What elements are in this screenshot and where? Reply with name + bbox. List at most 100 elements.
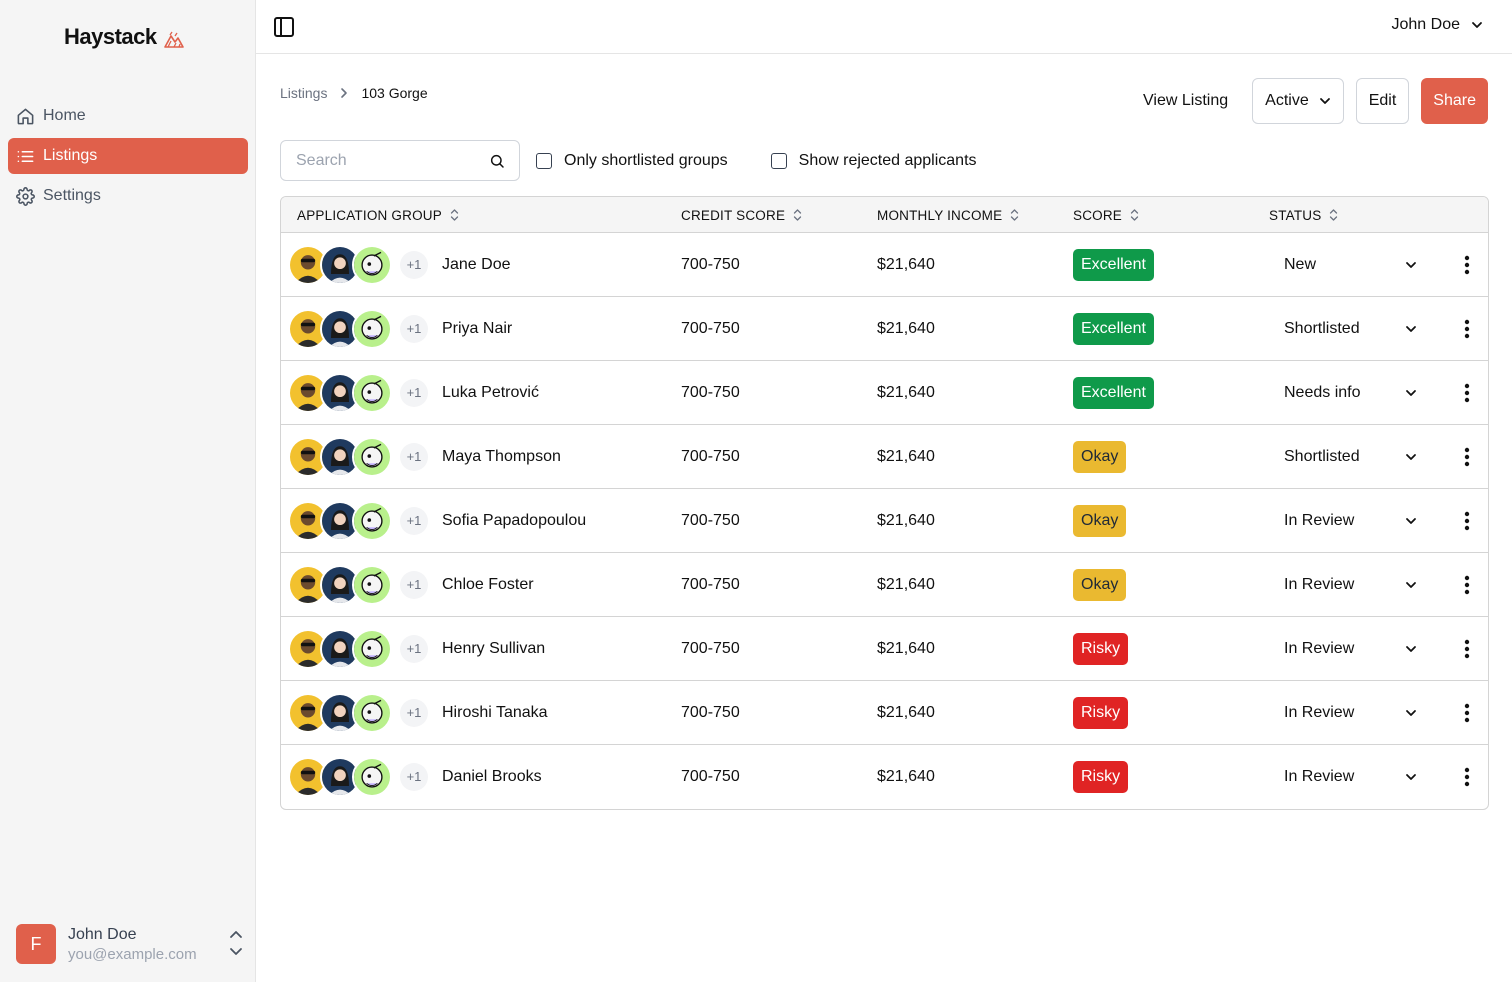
extra-count: +1 bbox=[400, 570, 428, 599]
credit-score: 700-750 bbox=[681, 447, 740, 465]
avatar-group[interactable]: +1 bbox=[288, 681, 428, 744]
list-icon bbox=[17, 150, 34, 162]
sidebar-item-listings[interactable]: Listings bbox=[8, 138, 248, 174]
table-row[interactable]: +1 Chloe Foster 700-750 $21,640 Okay In … bbox=[281, 553, 1488, 617]
row-actions-menu[interactable] bbox=[1459, 489, 1475, 552]
show-rejected-checkbox[interactable]: Show rejected applicants bbox=[770, 151, 977, 170]
status-dropdown[interactable] bbox=[1404, 361, 1420, 424]
row-actions-menu[interactable] bbox=[1459, 297, 1475, 360]
listing-actions: View Listing Active Edit Share bbox=[1131, 78, 1488, 124]
avatar-group[interactable]: +1 bbox=[288, 361, 428, 424]
applicant-photo-icon bbox=[354, 630, 390, 667]
status-dropdown[interactable] bbox=[1404, 617, 1420, 680]
applicant-photo-icon bbox=[354, 246, 390, 283]
extra-count: +1 bbox=[400, 378, 428, 407]
home-icon bbox=[17, 108, 34, 124]
listing-status-select[interactable]: Active bbox=[1252, 78, 1344, 124]
checkbox-box[interactable] bbox=[770, 152, 787, 169]
account-name: John Doe bbox=[1391, 16, 1461, 33]
avatar bbox=[352, 436, 392, 477]
checkbox-label: Show rejected applicants bbox=[798, 151, 977, 169]
row-actions-menu[interactable] bbox=[1459, 681, 1475, 744]
status-dropdown[interactable] bbox=[1404, 297, 1420, 360]
status-dropdown[interactable] bbox=[1404, 681, 1420, 744]
row-actions-menu[interactable] bbox=[1459, 617, 1475, 680]
row-actions-menu[interactable] bbox=[1459, 745, 1475, 808]
row-actions-menu[interactable] bbox=[1459, 553, 1475, 616]
column-monthly-income[interactable]: MONTHLY INCOME bbox=[877, 197, 1019, 233]
applicant-name: Maya Thompson bbox=[442, 447, 561, 465]
row-actions-menu[interactable] bbox=[1459, 233, 1475, 296]
avatar-group[interactable]: +1 bbox=[288, 297, 428, 360]
app-logo[interactable]: Haystack bbox=[64, 24, 185, 50]
sort-icon bbox=[1011, 209, 1019, 221]
applicant-name: Sofia Papadopoulou bbox=[442, 511, 587, 529]
chevron-down-icon bbox=[1472, 22, 1482, 28]
avatar-group[interactable]: +1 bbox=[288, 233, 428, 296]
column-status[interactable]: STATUS bbox=[1269, 197, 1338, 233]
view-listing-button[interactable]: View Listing bbox=[1131, 78, 1240, 124]
applicant-photo-icon bbox=[354, 374, 390, 411]
avatar-group[interactable]: +1 bbox=[288, 745, 428, 808]
user-menu[interactable]: F John Doe you@example.com bbox=[16, 922, 246, 966]
table-row[interactable]: +1 Luka Petrović 700-750 $21,640 Excelle… bbox=[281, 361, 1488, 425]
search-input[interactable] bbox=[281, 141, 471, 180]
status-value: In Review bbox=[1284, 639, 1355, 657]
status-dropdown[interactable] bbox=[1404, 553, 1420, 616]
table-row[interactable]: +1 Priya Nair 700-750 $21,640 Excellent … bbox=[281, 297, 1488, 361]
status-value: Needs info bbox=[1284, 383, 1361, 401]
chevron-down-icon bbox=[1406, 773, 1416, 780]
chevron-right-icon bbox=[341, 88, 348, 98]
row-actions-menu[interactable] bbox=[1459, 361, 1475, 424]
sort-icon bbox=[794, 209, 802, 221]
status-dropdown[interactable] bbox=[1404, 489, 1420, 552]
applicant-photo-icon bbox=[354, 310, 390, 347]
app-name: Haystack bbox=[64, 24, 157, 49]
table-row[interactable]: +1 Sofia Papadopoulou 700-750 $21,640 Ok… bbox=[281, 489, 1488, 553]
table-row[interactable]: +1 Maya Thompson 700-750 $21,640 Okay Sh… bbox=[281, 425, 1488, 489]
status-dropdown[interactable] bbox=[1404, 233, 1420, 296]
account-menu[interactable]: John Doe bbox=[1392, 16, 1485, 34]
more-vertical-icon bbox=[1464, 767, 1470, 786]
avatar bbox=[352, 308, 392, 349]
breadcrumb: Listings 103 Gorge bbox=[280, 85, 428, 101]
status-dropdown[interactable] bbox=[1404, 745, 1420, 808]
table-row[interactable]: +1 Daniel Brooks 700-750 $21,640 Risky I… bbox=[281, 745, 1488, 809]
extra-count: +1 bbox=[400, 442, 428, 471]
checkbox-box[interactable] bbox=[536, 152, 552, 169]
credit-score: 700-750 bbox=[681, 575, 740, 593]
table-row[interactable]: +1 Hiroshi Tanaka 700-750 $21,640 Risky … bbox=[281, 681, 1488, 745]
avatar bbox=[352, 692, 392, 733]
only-shortlisted-checkbox[interactable]: Only shortlisted groups bbox=[536, 152, 728, 170]
haystack-logo-icon bbox=[163, 31, 184, 48]
applicant-photo-icon bbox=[354, 566, 390, 603]
column-credit-score[interactable]: CREDIT SCORE bbox=[681, 197, 802, 233]
score-badge: Risky bbox=[1073, 760, 1129, 793]
table-header: APPLICATION GROUP CREDIT SCORE MONTHLY I… bbox=[281, 197, 1488, 233]
more-vertical-icon bbox=[1464, 447, 1470, 466]
avatar-group[interactable]: +1 bbox=[288, 617, 428, 680]
avatar-group[interactable]: +1 bbox=[288, 425, 428, 488]
applicant-photo-icon bbox=[354, 694, 390, 731]
breadcrumb-listings[interactable]: Listings bbox=[280, 85, 327, 101]
edit-button[interactable]: Edit bbox=[1355, 78, 1410, 124]
monthly-income: $21,640 bbox=[877, 703, 935, 721]
avatar-group[interactable]: +1 bbox=[288, 553, 428, 616]
applicant-photo-icon bbox=[354, 758, 390, 795]
column-score[interactable]: SCORE bbox=[1073, 197, 1139, 233]
search-icon[interactable] bbox=[489, 153, 505, 169]
credit-score: 700-750 bbox=[681, 255, 740, 273]
share-button[interactable]: Share bbox=[1421, 78, 1488, 124]
more-vertical-icon bbox=[1464, 511, 1470, 530]
table-row[interactable]: +1 Henry Sullivan 700-750 $21,640 Risky … bbox=[281, 617, 1488, 681]
sidebar-item-settings[interactable]: Settings bbox=[8, 178, 248, 214]
sidebar-toggle-icon[interactable] bbox=[272, 15, 296, 39]
chevron-up-down-icon bbox=[230, 931, 242, 955]
table-row[interactable]: +1 Jane Doe 700-750 $21,640 Excellent Ne… bbox=[281, 233, 1488, 297]
row-actions-menu[interactable] bbox=[1459, 425, 1475, 488]
avatar-group[interactable]: +1 bbox=[288, 489, 428, 552]
sidebar-item-home[interactable]: Home bbox=[8, 98, 248, 134]
status-dropdown[interactable] bbox=[1404, 425, 1420, 488]
column-application-group[interactable]: APPLICATION GROUP bbox=[297, 197, 459, 233]
more-vertical-icon bbox=[1464, 255, 1470, 274]
